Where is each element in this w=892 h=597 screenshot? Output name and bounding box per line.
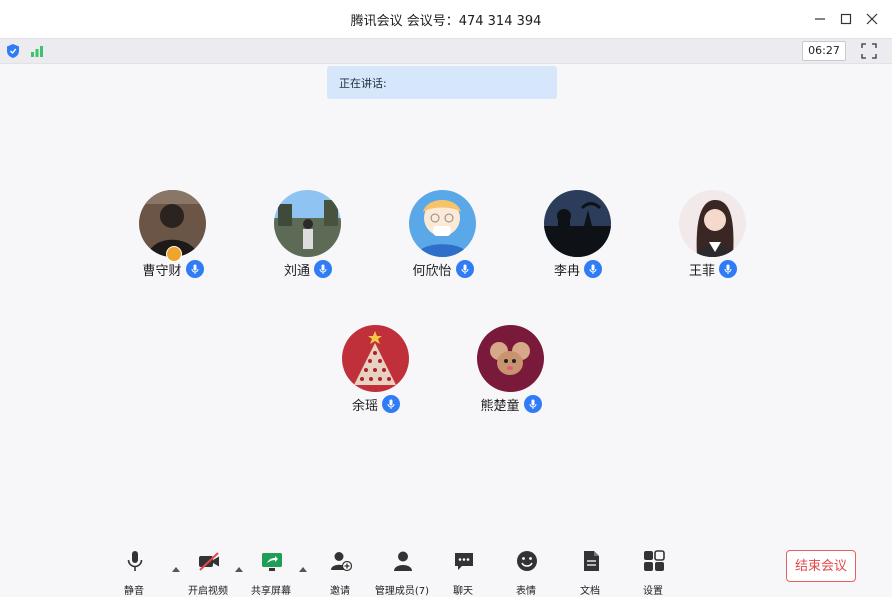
window-title: 腾讯会议 会议号：474 314 394	[350, 14, 542, 29]
minimize-button[interactable]	[810, 9, 830, 29]
settings-grid-icon	[643, 550, 665, 572]
share-screen-icon	[261, 550, 283, 572]
participant-name: 何欣怡	[412, 263, 452, 279]
video-off-icon	[198, 550, 220, 572]
participant-tile[interactable]: 李冉	[518, 190, 638, 290]
start-video-button[interactable]: 开启视频	[176, 550, 240, 597]
close-button[interactable]	[862, 9, 882, 29]
mic-on-icon	[523, 395, 542, 413]
invite-button[interactable]: 邀请	[308, 550, 372, 597]
share-screen-button[interactable]: 共享屏幕	[239, 550, 303, 597]
end-meeting-button[interactable]: 结束会议	[786, 550, 856, 582]
manage-members-button[interactable]: 管理成员(7)	[370, 550, 434, 597]
members-icon	[392, 550, 414, 572]
participant-name: 李冉	[553, 263, 580, 279]
participant-name: 熊楚童	[480, 398, 520, 414]
maximize-button[interactable]	[836, 9, 856, 29]
participant-tile[interactable]: 何欣怡	[383, 190, 503, 290]
reactions-button[interactable]: 表情	[494, 550, 558, 597]
active-speaker-banner: 正在讲话:	[327, 66, 557, 99]
security-shield-icon[interactable]	[4, 42, 22, 60]
settings-button[interactable]: 设置	[621, 550, 685, 597]
emoji-icon	[516, 550, 538, 572]
participant-tile[interactable]: 曹守财	[113, 190, 233, 290]
avatar	[544, 190, 611, 257]
mic-on-icon	[314, 260, 332, 278]
title-bar: 腾讯会议 会议号：474 314 394	[0, 0, 892, 38]
avatar	[274, 190, 341, 257]
mute-button[interactable]: 静音	[102, 550, 166, 597]
mic-on-icon	[185, 260, 204, 278]
participant-tile[interactable]: 刘通	[248, 190, 368, 290]
avatar	[409, 190, 476, 257]
mic-on-icon	[719, 260, 737, 278]
fullscreen-icon[interactable]	[860, 42, 878, 60]
microphone-icon	[124, 550, 146, 572]
add-user-icon	[330, 550, 353, 572]
documents-button[interactable]: 文档	[558, 550, 622, 597]
participant-name: 余瑶	[351, 398, 378, 414]
participant-tile[interactable]: 熊楚童	[451, 325, 571, 425]
signal-strength-icon[interactable]	[28, 42, 46, 60]
speaking-label: 正在讲话:	[339, 77, 387, 90]
chat-button[interactable]: 聊天	[431, 550, 495, 597]
participant-name: 王菲	[688, 263, 715, 279]
meeting-timer: 06:27	[802, 41, 846, 61]
status-bar: 06:27	[0, 38, 892, 64]
participant-name: 曹守财	[142, 263, 182, 279]
participant-name: 刘通	[283, 263, 310, 279]
chat-icon	[453, 550, 475, 572]
share-options-caret-icon[interactable]	[298, 558, 308, 572]
participant-tile[interactable]: 王菲	[653, 190, 773, 290]
avatar	[342, 325, 409, 392]
participant-tile[interactable]: 余瑶	[316, 325, 436, 425]
avatar	[477, 325, 544, 392]
meeting-toolbar: 静音 开启视频 共享屏幕 邀请 管理成员(7) 聊天 表情 文档 设置	[0, 540, 892, 597]
document-icon	[580, 550, 602, 572]
avatar	[679, 190, 746, 257]
mic-on-icon	[584, 260, 602, 278]
mic-on-icon	[382, 395, 400, 413]
mic-on-icon	[455, 260, 474, 278]
